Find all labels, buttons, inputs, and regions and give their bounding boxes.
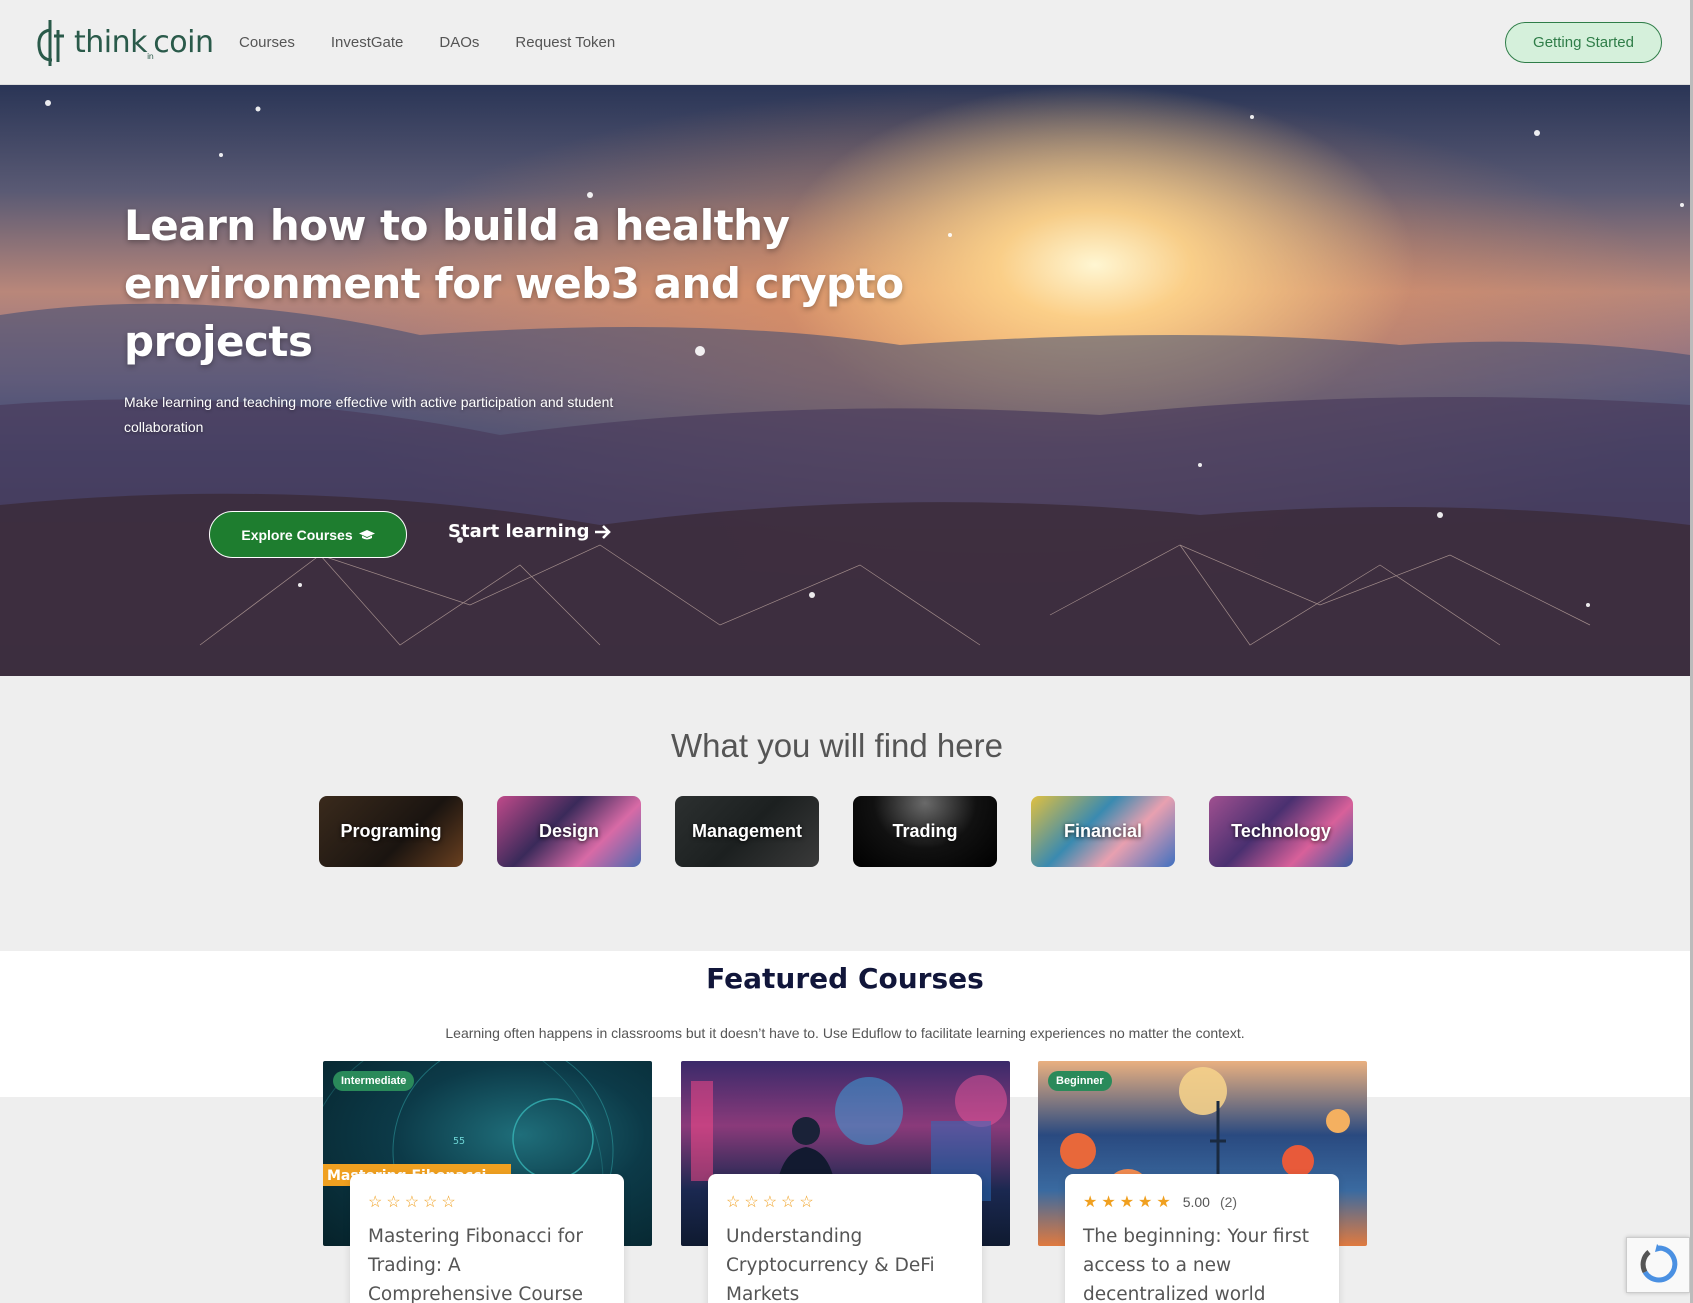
- star-empty-icon: ☆: [762, 1194, 778, 1211]
- rating-value: 5.00: [1182, 1194, 1210, 1210]
- star-filled-icon: ★: [1156, 1194, 1171, 1211]
- featured-title: Featured Courses: [706, 962, 984, 995]
- star-filled-icon: ★: [1119, 1194, 1135, 1211]
- main-nav: Courses InvestGate DAOs Request Token: [239, 34, 615, 51]
- getting-started-button[interactable]: Getting Started: [1505, 22, 1662, 63]
- course-title[interactable]: The beginning: Your first access to a ne…: [1083, 1222, 1321, 1303]
- logo-text: thinkincoin: [74, 25, 214, 61]
- category-management[interactable]: Management: [675, 796, 819, 867]
- course-card-1[interactable]: ☆ ☆ ☆ ☆ ☆ Mastering Fibonacci for Trading: A…: [350, 1174, 624, 1303]
- explore-courses-button[interactable]: Explore Courses: [209, 511, 407, 558]
- star-empty-icon: ☆: [368, 1194, 383, 1211]
- hero-background-image: [0, 100, 1690, 676]
- categories-title: What you will find here: [671, 727, 1003, 764]
- fibonacci-number-text: 55: [453, 1136, 465, 1147]
- category-programing[interactable]: Programing: [319, 796, 463, 867]
- logo-word-think: think: [74, 25, 148, 60]
- level-badge: Beginner: [1048, 1071, 1112, 1091]
- nav-investgate[interactable]: InvestGate: [331, 34, 404, 51]
- explore-courses-label: Explore Courses: [241, 526, 353, 543]
- recaptcha-badge[interactable]: [1626, 1237, 1690, 1293]
- rating-stars: ★ ★ ★ ★ ★ 5.00 (2): [1083, 1192, 1321, 1212]
- nav-request-token[interactable]: Request Token: [515, 34, 615, 51]
- start-learning-label: Start learning: [448, 521, 590, 542]
- rating-stars: ☆ ☆ ☆ ☆ ☆: [726, 1192, 964, 1212]
- star-empty-icon: ☆: [404, 1194, 420, 1211]
- star-empty-icon: ☆: [423, 1194, 438, 1211]
- logo-mark-icon: [37, 20, 64, 66]
- star-empty-icon: ☆: [441, 1194, 456, 1211]
- featured-subtitle: Learning often happens in classrooms but…: [445, 1025, 1245, 1041]
- star-empty-icon: ☆: [744, 1194, 759, 1211]
- course-title[interactable]: Understanding Cryptocurrency & DeFi Mark…: [726, 1222, 964, 1303]
- hero-section: Learn how to build a healthy environment…: [0, 85, 1690, 676]
- star-empty-icon: ☆: [386, 1194, 401, 1211]
- level-badge: Intermediate: [333, 1071, 415, 1091]
- star-empty-icon: ☆: [781, 1194, 796, 1211]
- recaptcha-icon: [1640, 1244, 1678, 1283]
- category-trading[interactable]: Trading: [853, 796, 997, 867]
- nav-courses[interactable]: Courses: [239, 34, 295, 51]
- logo-word-coin: coin: [153, 25, 214, 60]
- category-financial[interactable]: Financial: [1031, 796, 1175, 867]
- category-design[interactable]: Design: [497, 796, 641, 867]
- course-card-3[interactable]: ★ ★ ★ ★ ★ 5.00 (2) The beginning: Your first…: [1065, 1174, 1339, 1303]
- site-header: thinkincoin Courses InvestGate DAOs Requ…: [0, 0, 1693, 85]
- star-filled-icon: ★: [1083, 1194, 1098, 1211]
- nav-daos[interactable]: DAOs: [439, 34, 479, 51]
- start-learning-link[interactable]: Start learning: [448, 521, 612, 542]
- category-list: Programing Design Management Trading Fin…: [319, 796, 1353, 867]
- course-title[interactable]: Mastering Fibonacci for Trading: A Compr…: [368, 1222, 606, 1303]
- graduation-cap-icon: [358, 529, 375, 539]
- star-filled-icon: ★: [1101, 1194, 1116, 1211]
- rating-count: (2): [1219, 1194, 1238, 1210]
- rating-stars: ☆ ☆ ☆ ☆ ☆: [368, 1192, 606, 1212]
- arrow-right-icon: [594, 524, 611, 539]
- logo[interactable]: thinkincoin: [36, 16, 214, 70]
- star-filled-icon: ★: [1138, 1194, 1153, 1211]
- course-card-2[interactable]: ☆ ☆ ☆ ☆ ☆ Understanding Cryptocurrency & DeF…: [708, 1174, 982, 1303]
- hero-title: Learn how to build a healthy environment…: [124, 201, 904, 366]
- category-technology[interactable]: Technology: [1209, 796, 1353, 867]
- star-empty-icon: ☆: [726, 1194, 741, 1211]
- hero-subtitle: Make learning and teaching more effectiv…: [124, 394, 614, 435]
- star-empty-icon: ☆: [799, 1194, 814, 1211]
